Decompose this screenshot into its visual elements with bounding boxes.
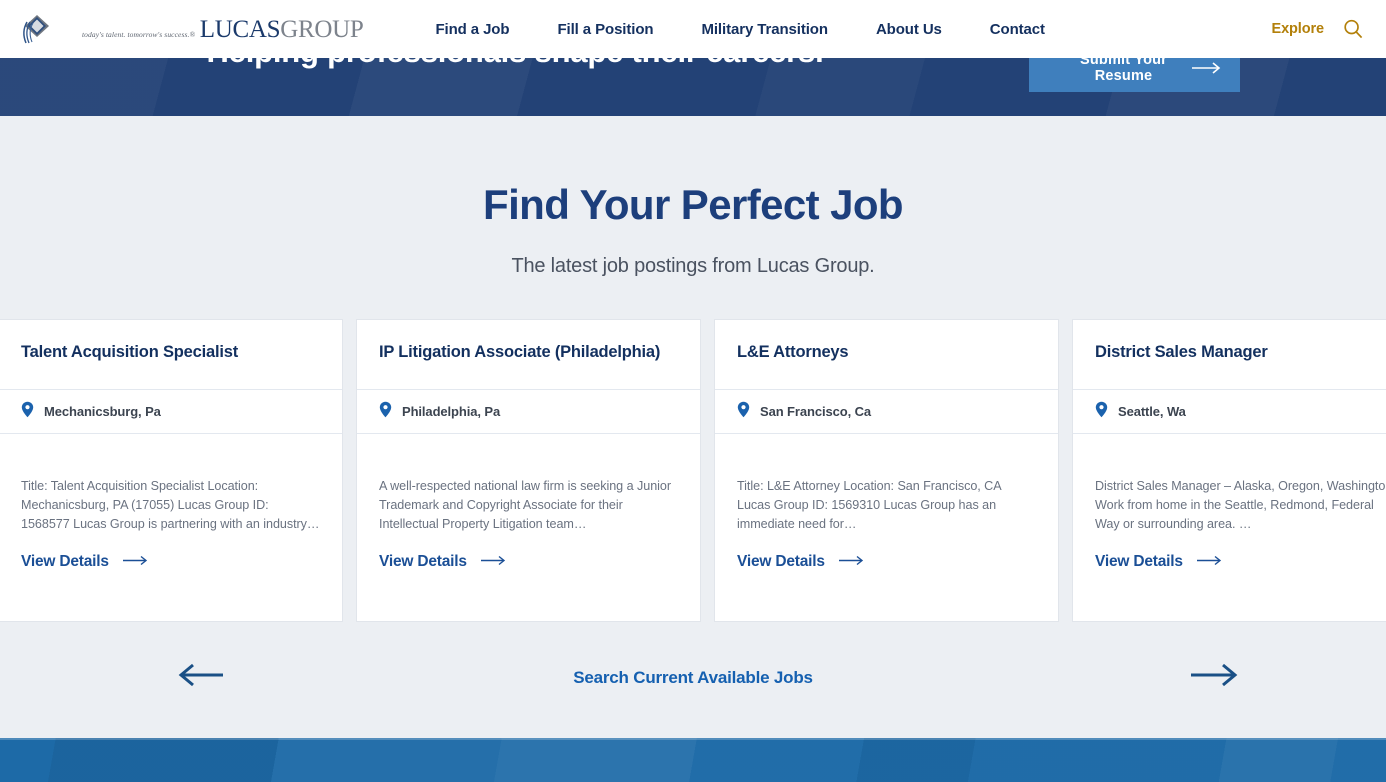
- hero-headline: Helping professionals shape their career…: [0, 58, 1030, 70]
- job-location: San Francisco, Ca: [760, 404, 872, 419]
- job-excerpt: A well-respected national law firm is se…: [379, 479, 671, 532]
- brand-tagline: today's talent. tomorrow's success.®: [82, 29, 196, 39]
- job-excerpt: Title: L&E Attorney Location: San Franci…: [737, 479, 1001, 532]
- job-card-title-zone: IP Litigation Associate (Philadelphia): [357, 320, 700, 389]
- job-card[interactable]: Talent Acquisition Specialist Mechanicsb…: [0, 320, 342, 621]
- arrow-right-icon: [838, 553, 865, 571]
- job-location-zone: San Francisco, Ca: [715, 389, 1058, 434]
- job-location-zone: Philadelphia, Pa: [357, 389, 700, 434]
- job-card-title-zone: District Sales Manager: [1073, 320, 1386, 389]
- view-details-label: View Details: [1095, 553, 1183, 571]
- map-pin-icon: [737, 401, 750, 423]
- header-utility-area: Explore: [1272, 18, 1365, 40]
- arrow-right-icon: [122, 553, 149, 571]
- view-details-link[interactable]: View Details: [21, 553, 149, 571]
- arrow-right-icon[interactable]: [1190, 662, 1240, 693]
- view-details-link[interactable]: View Details: [737, 553, 865, 571]
- view-details-label: View Details: [737, 553, 825, 571]
- jobs-section: Find Your Perfect Job The latest job pos…: [0, 116, 1386, 278]
- job-location: Seattle, Wa: [1118, 404, 1186, 419]
- primary-nav: Find a Job Fill a Position Military Tran…: [411, 21, 1069, 38]
- map-pin-icon: [1095, 401, 1108, 423]
- job-carousel[interactable]: Talent Acquisition Specialist Mechanicsb…: [0, 320, 1386, 621]
- job-card[interactable]: District Sales Manager Seattle, Wa Distr…: [1073, 320, 1386, 621]
- job-excerpt: Title: Talent Acquisition Specialist Loc…: [21, 479, 320, 532]
- job-title: IP Litigation Associate (Philadelphia): [379, 343, 661, 361]
- job-card-title-zone: L&E Attorneys: [715, 320, 1058, 389]
- lucas-group-logo-icon: [20, 11, 56, 47]
- job-title: L&E Attorneys: [737, 343, 849, 361]
- job-card-body: District Sales Manager – Alaska, Oregon,…: [1073, 434, 1386, 621]
- nav-item-about-us[interactable]: About Us: [852, 21, 966, 38]
- arrow-right-icon: [1192, 62, 1222, 74]
- carousel-controls: Search Current Available Jobs: [0, 650, 1386, 710]
- page-title: Find Your Perfect Job: [483, 181, 904, 228]
- map-pin-icon: [21, 401, 34, 423]
- hero-banner: Helping professionals shape their career…: [0, 58, 1386, 116]
- brand-name-lucas: LUCAS: [199, 15, 281, 43]
- job-location-zone: Seattle, Wa: [1073, 389, 1386, 434]
- job-location: Philadelphia, Pa: [402, 404, 501, 419]
- job-title: District Sales Manager: [1095, 343, 1268, 361]
- site-header: today's talent. tomorrow's success.® LUC…: [0, 0, 1386, 58]
- job-card-body: Title: L&E Attorney Location: San Franci…: [715, 434, 1058, 621]
- page-subtitle: The latest job postings from Lucas Group…: [511, 255, 875, 277]
- job-excerpt: District Sales Manager – Alaska, Oregon,…: [1095, 479, 1386, 532]
- submit-your-resume-button[interactable]: Submit Your Resume: [1029, 58, 1240, 92]
- job-location-zone: Mechanicsburg, Pa: [0, 389, 342, 434]
- job-card-body: Title: Talent Acquisition Specialist Loc…: [0, 434, 342, 621]
- brand-wordmark: today's talent. tomorrow's success.® LUC…: [60, 16, 364, 43]
- map-pin-icon: [379, 401, 392, 423]
- job-card[interactable]: L&E Attorneys San Francisco, Ca Title: L…: [715, 320, 1058, 621]
- job-location: Mechanicsburg, Pa: [44, 404, 161, 419]
- arrow-right-icon: [480, 553, 507, 571]
- footer-band: [0, 738, 1386, 782]
- search-current-available-jobs-link[interactable]: Search Current Available Jobs: [0, 668, 1386, 688]
- explore-link[interactable]: Explore: [1272, 21, 1325, 37]
- submit-your-resume-label: Submit Your Resume: [1079, 58, 1168, 84]
- brand-logo[interactable]: today's talent. tomorrow's success.® LUC…: [20, 9, 364, 49]
- footer-stripe-pattern: [0, 738, 1386, 782]
- nav-item-contact[interactable]: Contact: [966, 21, 1069, 38]
- nav-item-fill-a-position[interactable]: Fill a Position: [533, 21, 677, 38]
- arrow-right-icon: [1196, 553, 1223, 571]
- view-details-link[interactable]: View Details: [379, 553, 507, 571]
- job-card-body: A well-respected national law firm is se…: [357, 434, 700, 621]
- nav-item-find-a-job[interactable]: Find a Job: [411, 21, 533, 38]
- view-details-label: View Details: [21, 553, 109, 571]
- job-title: Talent Acquisition Specialist: [21, 343, 238, 361]
- brand-name-group: GROUP: [280, 15, 364, 43]
- nav-item-military-transition[interactable]: Military Transition: [677, 21, 851, 38]
- view-details-link[interactable]: View Details: [1095, 553, 1223, 571]
- job-card-title-zone: Talent Acquisition Specialist: [0, 320, 342, 389]
- brand-name: LUCASGROUP: [200, 16, 364, 43]
- search-icon[interactable]: [1342, 18, 1364, 40]
- job-card[interactable]: IP Litigation Associate (Philadelphia) P…: [357, 320, 700, 621]
- view-details-label: View Details: [379, 553, 467, 571]
